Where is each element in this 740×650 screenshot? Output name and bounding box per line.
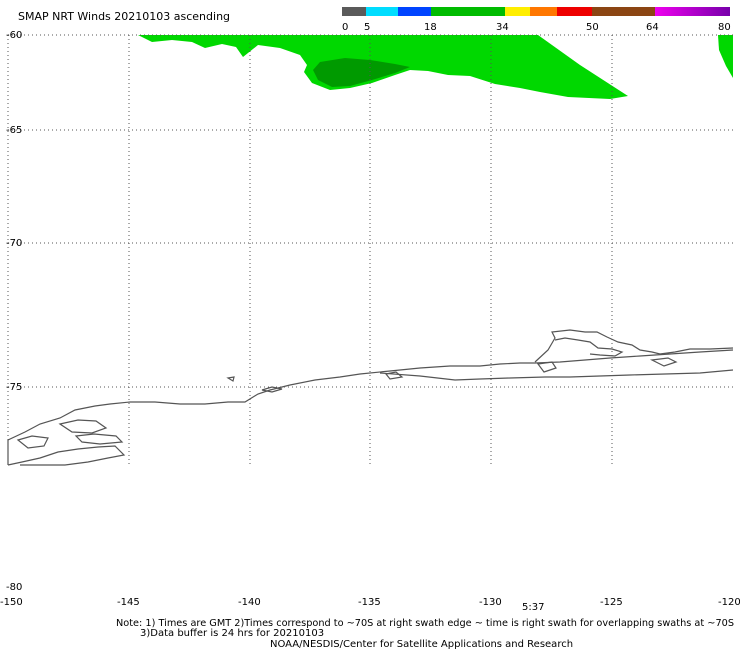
island-7: [226, 376, 235, 382]
colorbar-blue: [398, 7, 431, 16]
colorbar-tick-5: 5: [364, 22, 370, 33]
island-3: [74, 433, 124, 445]
lat-label-60: -60: [6, 30, 22, 41]
lon-label-120: -120: [718, 597, 740, 608]
note-line-2: 3)Data buffer is 24 hrs for 20210103: [140, 628, 324, 639]
island-2: [16, 435, 49, 449]
colorbar-brown: [592, 7, 655, 16]
lon-label-145: -145: [117, 597, 140, 608]
credit-line: NOAA/NESDIS/Center for Satellite Applica…: [270, 639, 573, 650]
graticule: [7, 34, 733, 465]
lon-label-130: -130: [479, 597, 502, 608]
lat-label-80: -80: [6, 582, 22, 593]
longitude-labels: -150 -145 -140 -135 -130 -125 -120: [0, 597, 740, 608]
island-4: [536, 361, 557, 373]
colorbar-tick-18: 18: [424, 22, 437, 33]
map-title: SMAP NRT Winds 20210103 ascending: [18, 10, 230, 23]
lat-label-65: -65: [6, 125, 22, 136]
colorbar-magenta: [655, 7, 730, 16]
colorbar-yellow: [505, 7, 530, 16]
lon-label-135: -135: [358, 597, 381, 608]
coastline-lower: [379, 369, 734, 381]
swath-time-label: 5:37: [522, 602, 544, 613]
colorbar: 0 5 18 34 50 64 80: [342, 7, 731, 33]
colorbar-red: [557, 7, 592, 16]
colorbar-tick-80: 80: [718, 22, 731, 33]
island-8: [649, 357, 678, 367]
lon-label-140: -140: [238, 597, 261, 608]
swath-right-edge: [718, 35, 733, 78]
colorbar-tick-64: 64: [646, 22, 659, 33]
colorbar-tick-0: 0: [342, 22, 348, 33]
wind-swath: [138, 35, 733, 99]
colorbar-green: [431, 7, 505, 16]
colorbar-tick-50: 50: [586, 22, 599, 33]
coastline: [7, 329, 734, 466]
colorbar-tick-34: 34: [496, 22, 509, 33]
island-1: [58, 419, 108, 434]
coastline-shelf-edge: [7, 445, 126, 466]
colorbar-gray: [342, 7, 366, 16]
coastline-peninsula: [534, 329, 734, 363]
lon-label-125: -125: [600, 597, 623, 608]
lon-label-150: -150: [0, 597, 23, 608]
lat-label-70: -70: [6, 238, 22, 249]
wind-map: SMAP NRT Winds 20210103 ascending 0 5 18…: [0, 7, 740, 650]
island-6: [384, 371, 404, 380]
colorbar-cyan: [366, 7, 398, 16]
colorbar-orange: [530, 7, 557, 16]
lat-label-75: -75: [6, 382, 22, 393]
